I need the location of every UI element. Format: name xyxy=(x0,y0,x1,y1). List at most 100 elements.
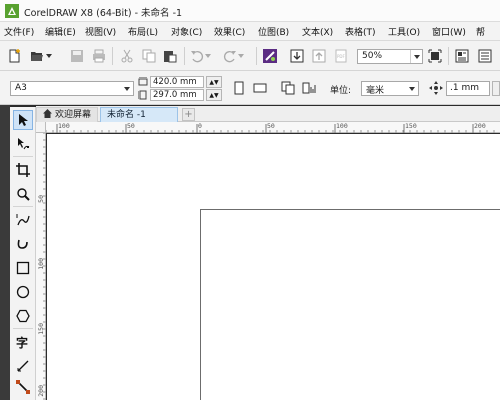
menu-bar: 文件(F) 编辑(E) 视图(V) 布局(L) 对象(C) 效果(C) 位图(B) 文本(X)… xyxy=(0,22,500,41)
height-icon xyxy=(138,90,148,100)
menu-item[interactable]: 布局(L) xyxy=(128,25,158,38)
undo-icon[interactable] xyxy=(190,49,204,63)
artistic-media-tool-icon[interactable] xyxy=(13,234,33,254)
ruler-label: 200 xyxy=(37,385,45,397)
options-icon[interactable] xyxy=(478,49,492,63)
full-screen-preview-icon[interactable] xyxy=(428,49,442,63)
toolbox-separator xyxy=(13,156,33,157)
cut-icon[interactable] xyxy=(120,49,134,63)
page-width-value: 420.0 mm xyxy=(153,77,197,87)
page-width-input[interactable]: 420.0 mm xyxy=(150,76,204,88)
svg-text:字: 字 xyxy=(16,335,28,349)
pick-tool-icon[interactable] xyxy=(13,110,33,130)
ruler-label: 50 xyxy=(127,122,135,130)
toolbar-separator xyxy=(256,47,257,65)
all-pages-icon[interactable] xyxy=(281,81,295,95)
connector-tool-icon[interactable] xyxy=(13,377,33,397)
open-folder-icon[interactable] xyxy=(30,49,44,63)
ruler-label: 50 xyxy=(267,122,275,130)
menu-item[interactable]: 位图(B) xyxy=(258,25,289,38)
page-height-spinner[interactable]: ▲▼ xyxy=(206,89,222,101)
redo-dropdown-chevron-icon[interactable] xyxy=(237,49,245,63)
tab-document[interactable]: 未命名 -1 xyxy=(100,107,178,122)
open-dropdown-chevron-icon[interactable] xyxy=(45,49,53,63)
width-icon xyxy=(138,77,148,87)
document-tab-bar: 欢迎屏幕 未命名 -1 + xyxy=(36,106,500,122)
shape-tool-icon[interactable] xyxy=(13,134,33,154)
dimension-tool-icon[interactable] xyxy=(13,356,33,376)
print-icon[interactable] xyxy=(92,49,106,63)
svg-text:PDF: PDF xyxy=(337,54,345,59)
chevron-down-icon xyxy=(121,82,133,95)
units-select[interactable]: 毫米 xyxy=(361,81,419,96)
menu-item[interactable]: 编辑(E) xyxy=(45,25,76,38)
landscape-icon[interactable] xyxy=(253,81,267,95)
chevron-down-icon xyxy=(406,82,418,95)
vertical-ruler[interactable]: 50 100 150 200 xyxy=(36,133,46,400)
import-icon[interactable] xyxy=(290,49,304,63)
toolbar-separator xyxy=(112,47,113,65)
menu-item[interactable]: 对象(C) xyxy=(171,25,202,38)
export-icon[interactable] xyxy=(312,49,326,63)
property-bar: A3 420.0 mm ▲▼ 297.0 mm ▲▼ 单位: 毫米 .1 mm xyxy=(0,71,500,105)
new-document-icon[interactable] xyxy=(8,49,22,63)
page-size-value: A3 xyxy=(15,83,27,93)
ellipse-tool-icon[interactable] xyxy=(13,282,33,302)
menu-item[interactable]: 文本(X) xyxy=(302,25,333,38)
search-content-icon[interactable] xyxy=(263,49,277,63)
crop-tool-icon[interactable] xyxy=(13,160,33,180)
paste-icon[interactable] xyxy=(163,49,177,63)
freehand-tool-icon[interactable] xyxy=(13,210,33,230)
rectangle-tool-icon[interactable] xyxy=(13,258,33,278)
tab-welcome-screen[interactable]: 欢迎屏幕 xyxy=(36,107,98,122)
page-height-input[interactable]: 297.0 mm xyxy=(150,89,204,101)
text-tool-icon[interactable]: 字 xyxy=(13,332,33,352)
toolbox-separator xyxy=(13,328,33,329)
chevron-down-icon xyxy=(410,50,422,63)
page-size-select[interactable]: A3 xyxy=(10,81,134,96)
menu-item[interactable]: 视图(V) xyxy=(85,25,116,38)
menu-item[interactable]: 文件(F) xyxy=(4,25,34,38)
left-dock-strip xyxy=(0,105,10,400)
publish-pdf-icon[interactable]: PDF xyxy=(334,49,348,63)
copy-icon[interactable] xyxy=(142,49,156,63)
units-value: 毫米 xyxy=(366,86,385,96)
redo-icon[interactable] xyxy=(223,49,237,63)
current-page-icon[interactable] xyxy=(302,81,316,95)
menu-item[interactable]: 表格(T) xyxy=(345,25,376,38)
ruler-label: 100 xyxy=(58,122,70,130)
menu-item[interactable]: 帮 xyxy=(476,25,485,38)
zoom-tool-icon[interactable] xyxy=(13,184,33,204)
ruler-label: 100 xyxy=(336,122,348,130)
nudge-distance-input[interactable]: .1 mm xyxy=(446,81,490,96)
ruler-label: 150 xyxy=(37,323,45,335)
units-label: 单位: xyxy=(330,86,352,96)
zoom-level-select[interactable]: 50% xyxy=(357,49,423,64)
standard-toolbar: PDF 50% xyxy=(0,41,500,71)
nudge-distance-value: .1 mm xyxy=(450,83,479,93)
portrait-icon[interactable] xyxy=(232,81,246,95)
ruler-label: 150 xyxy=(405,122,417,130)
ruler-label: 200 xyxy=(474,122,486,130)
horizontal-ruler[interactable]: 100 50 0 50 100 150 200 xyxy=(46,122,500,133)
toolbox-separator xyxy=(13,206,33,207)
page-width-spinner[interactable]: ▲▼ xyxy=(206,76,222,88)
menu-item[interactable]: 工具(O) xyxy=(388,25,420,38)
menu-item[interactable]: 窗口(W) xyxy=(432,25,466,38)
tab-welcome-label: 欢迎屏幕 xyxy=(55,110,92,120)
nudge-spinner[interactable] xyxy=(492,81,500,96)
zoom-level-value: 50% xyxy=(362,51,383,61)
menu-item[interactable]: 效果(C) xyxy=(214,25,245,38)
ruler-label: 0 xyxy=(198,122,202,130)
toolbox: 字 xyxy=(10,107,36,400)
window-title: CorelDRAW X8 (64-Bit) - 未命名 -1 xyxy=(24,8,183,19)
ruler-origin[interactable] xyxy=(36,122,46,133)
welcome-screen-icon[interactable] xyxy=(455,49,469,63)
save-icon[interactable] xyxy=(70,49,84,63)
add-tab-icon[interactable]: + xyxy=(182,108,195,121)
title-bar: CorelDRAW X8 (64-Bit) - 未命名 -1 xyxy=(0,0,500,22)
polygon-tool-icon[interactable] xyxy=(13,306,33,326)
page-height-value: 297.0 mm xyxy=(153,90,197,100)
ruler-label: 100 xyxy=(37,258,45,270)
undo-dropdown-chevron-icon[interactable] xyxy=(204,49,212,63)
